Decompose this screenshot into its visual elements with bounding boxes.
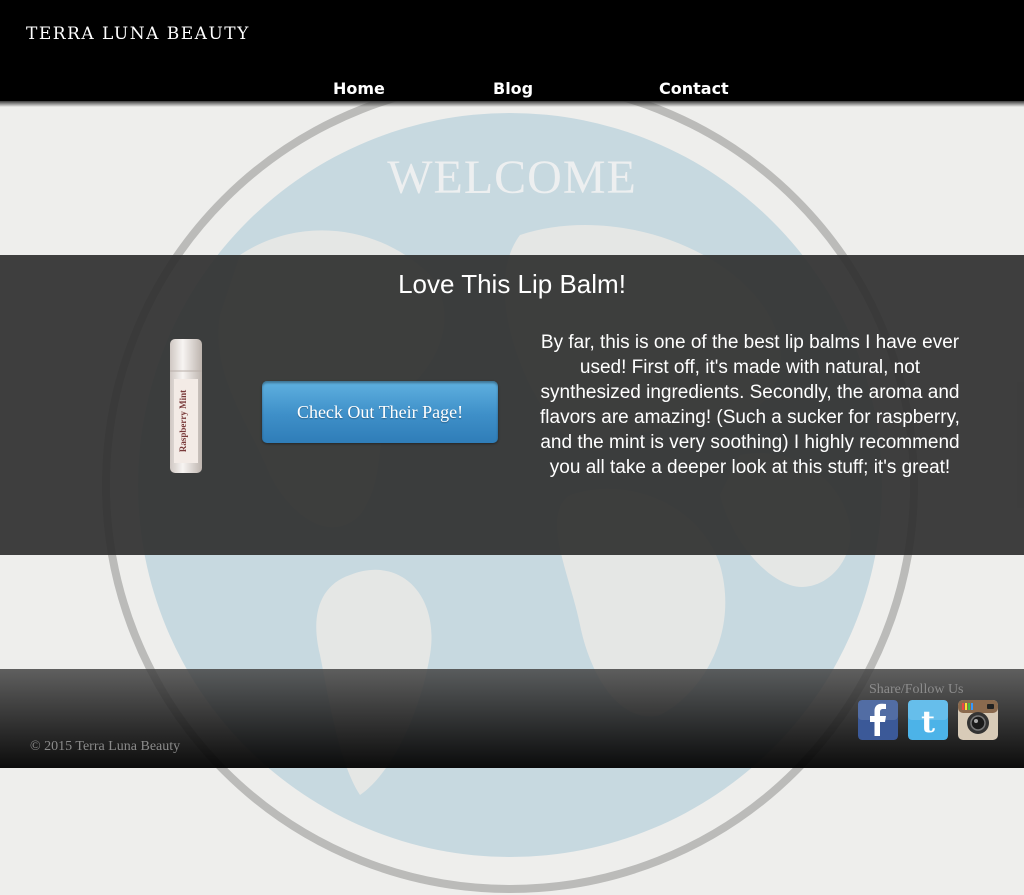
facebook-icon[interactable] [858, 700, 898, 740]
site-title[interactable]: TERRA LUNA BEAUTY [26, 24, 250, 44]
product-label: Raspberry Mint [178, 390, 188, 452]
review-title: Love This Lip Balm! [398, 269, 626, 299]
check-out-page-button[interactable]: Check Out Their Page! [262, 381, 498, 443]
welcome-heading: WELCOME [387, 151, 637, 204]
nav-home-link[interactable]: Home [333, 79, 385, 98]
copyright-text: © 2015 Terra Luna Beauty [30, 739, 181, 754]
review-text: By far, this is one of the best lip balm… [540, 332, 960, 478]
site-header: TERRA LUNA BEAUTY Home Blog Contact [0, 0, 1024, 107]
nav-blog-link[interactable]: Blog [493, 79, 533, 98]
review-panel: Love This Lip Balm! Raspberry Mint Check… [0, 255, 1024, 555]
nav-contact-link[interactable]: Contact [659, 79, 729, 98]
svg-text:t: t [921, 705, 935, 740]
twitter-icon[interactable]: t [908, 700, 948, 740]
instagram-icon[interactable] [958, 700, 998, 740]
share-follow-label: Share/Follow Us [869, 682, 964, 697]
lip-balm-product-image: Raspberry Mint [170, 339, 202, 473]
site-footer: © 2015 Terra Luna Beauty Share/Follow Us… [0, 669, 1024, 768]
